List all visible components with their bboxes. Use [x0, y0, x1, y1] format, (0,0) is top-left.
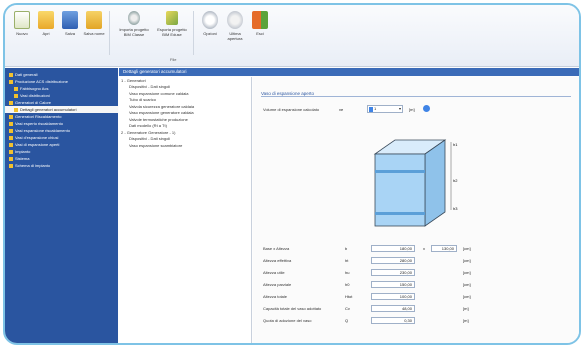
tank-front — [374, 153, 426, 227]
save-button[interactable]: Salva — [59, 9, 81, 51]
sidebar-item-sistema[interactable]: Sistema — [5, 155, 118, 162]
sidebar-item-vasi-espansione-riscaldamento[interactable]: Vasi espansione riscaldamento — [5, 127, 118, 134]
app-window: Nuovo Apri Salva Salva nome Importa prog… — [3, 3, 581, 345]
bullet-icon — [9, 79, 13, 84]
sidebar-item-fabbisogno-acs[interactable]: Fabbisogno Acs — [5, 85, 118, 92]
sidebar-item-vasi-distribuzioni[interactable]: Vasi distribuzioni — [5, 92, 118, 99]
dim-label-bottom: h3 — [453, 206, 458, 211]
save-as-button[interactable]: Salva nome — [83, 9, 105, 51]
info-icon[interactable] — [423, 105, 430, 112]
altezza-input[interactable]: 130,00 — [431, 245, 457, 252]
ribbon-group-label: File — [170, 57, 177, 62]
bullet-icon — [9, 121, 13, 126]
capacita-input[interactable]: 48,00 — [371, 305, 415, 312]
dim-label-top: h1 — [453, 142, 458, 147]
bullet-icon — [14, 107, 18, 112]
panel-title: Dettagli generatori accumulatori — [119, 68, 579, 76]
dim-label-mid: h2 — [453, 178, 458, 183]
exit-button[interactable]: Esci — [249, 9, 271, 51]
export-bim-icon — [166, 11, 178, 25]
tree-node[interactable]: Vaso espansione scambiatore — [119, 142, 251, 149]
field-capacita: Capacità totale del vaso adottato Cv 48,… — [263, 305, 469, 312]
field-base-altezza: Base x Altezza b 180,00 x 130,00 [cm] — [263, 245, 471, 252]
altezza-totale-input[interactable]: 100,00 — [371, 293, 415, 300]
new-file-icon — [14, 11, 30, 29]
field-altezza-totale: Altezza totale Htot 100,00 [cm] — [263, 293, 471, 300]
recent-button[interactable]: Ultima apertura — [223, 9, 247, 51]
divider — [261, 96, 571, 97]
field-altezza-parziale: Altezza parziale h0 150,00 [cm] — [263, 281, 471, 288]
quota-input[interactable]: 0,30 — [371, 317, 415, 324]
bullet-icon — [9, 128, 13, 133]
bullet-icon — [9, 100, 13, 105]
bullet-icon — [14, 86, 18, 91]
toolbar-separator — [109, 11, 110, 55]
field-altezza-effettiva: Altezza effettiva ht 280,00 [cm] — [263, 257, 471, 264]
bullet-icon — [9, 163, 13, 168]
bullet-icon — [9, 135, 13, 140]
field-altezza-utile: Altezza utile hu 230,00 [cm] — [263, 269, 471, 276]
selection-marker — [369, 107, 373, 112]
sidebar-nav: Dati generali Produzione ACS distribuzio… — [5, 68, 118, 343]
altezza-effettiva-input[interactable]: 280,00 — [371, 257, 415, 264]
volume-unit: [m] — [409, 107, 415, 112]
export-bim-button[interactable]: Esporta progetto BIM Eduse — [155, 9, 189, 51]
tank-diagram: h1 h2 h3 — [373, 139, 458, 227]
detail-form: Vaso di espansione aperto Volume di espa… — [253, 77, 579, 343]
water-band — [375, 170, 425, 173]
altezza-utile-input[interactable]: 230,00 — [371, 269, 415, 276]
sidebar-item-impianto[interactable]: Impianto — [5, 148, 118, 155]
volume-label: Volume di espansione calcolato — [263, 107, 320, 112]
bullet-icon — [9, 149, 13, 154]
toolbar-separator — [193, 11, 194, 55]
water-band — [375, 212, 425, 215]
volume-select[interactable]: 1 ▾ — [367, 105, 403, 113]
folder-open-icon — [38, 11, 54, 29]
base-input[interactable]: 180,00 — [371, 245, 415, 252]
sidebar-item-schema[interactable]: Schema di impianto — [5, 162, 118, 169]
sidebar-item-dettagli-generatori[interactable]: Dettagli generatori accumulatori — [5, 106, 118, 113]
bullet-icon — [9, 156, 13, 161]
tree-view: 1 - Generatori Dispositivi - Dati singol… — [119, 77, 252, 343]
recent-icon — [227, 11, 243, 29]
tank-side — [424, 139, 446, 227]
options-icon — [202, 11, 218, 29]
bullet-icon — [9, 72, 13, 77]
save-as-icon — [86, 11, 102, 29]
bullet-icon — [14, 93, 18, 98]
bullet-icon — [9, 114, 13, 119]
chevron-down-icon: ▾ — [398, 106, 401, 111]
new-button[interactable]: Nuovo — [11, 9, 33, 51]
sidebar-item-vasi-aperti[interactable]: Vasi di espansione aperti — [5, 141, 118, 148]
import-bim-icon — [128, 11, 140, 25]
exit-icon — [252, 11, 268, 29]
sidebar-item-dati-generali[interactable]: Dati generali — [5, 71, 118, 78]
sidebar-item-generatori-riscaldamento[interactable]: Generatori Riscaldamento — [5, 113, 118, 120]
altezza-parziale-input[interactable]: 150,00 — [371, 281, 415, 288]
options-button[interactable]: Opzioni — [199, 9, 221, 51]
volume-symbol: ve — [339, 107, 344, 112]
open-button[interactable]: Apri — [35, 9, 57, 51]
bullet-icon — [9, 142, 13, 147]
import-bim-button[interactable]: Importa progetto BIM Classe — [117, 9, 151, 51]
sidebar-item-generatori-calore[interactable]: Generatori di Calore — [5, 99, 118, 106]
ribbon-toolbar: Nuovo Apri Salva Salva nome Importa prog… — [5, 5, 579, 67]
field-quota: Quota di adozione del vaso Q 0,30 [m] — [263, 317, 469, 324]
save-icon — [62, 11, 78, 29]
sidebar-item-produzione-acs[interactable]: Produzione ACS distribuzione — [5, 78, 118, 85]
sidebar-item-vasi-chiusi[interactable]: Vasi d'espansione chiusi — [5, 134, 118, 141]
sidebar-item-vasi-esperto[interactable]: Vasi esperto riscaldamento — [5, 120, 118, 127]
